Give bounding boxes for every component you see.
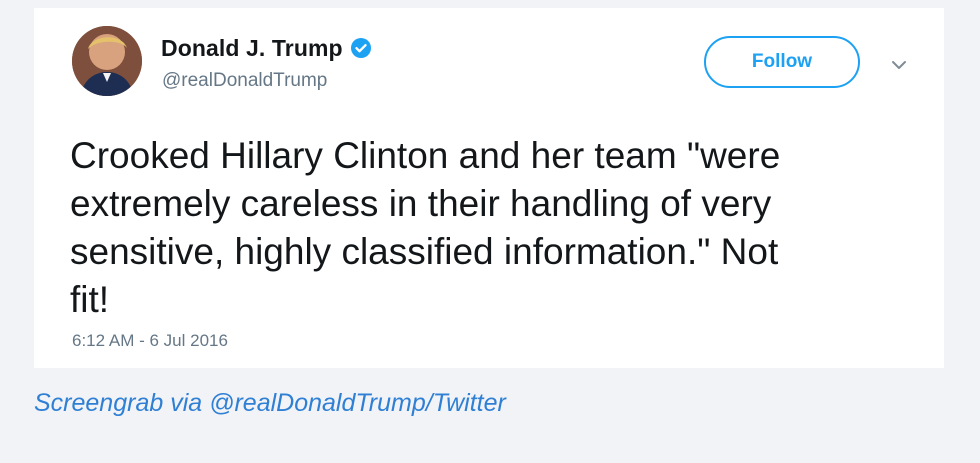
- verified-badge-icon: [349, 36, 373, 60]
- follow-button[interactable]: Follow: [704, 36, 860, 88]
- handle[interactable]: @realDonaldTrump: [162, 70, 327, 92]
- chevron-down-icon[interactable]: [890, 58, 908, 72]
- tweet-card: Donald J. Trump @realDonaldTrump Follow …: [34, 8, 944, 368]
- avatar[interactable]: [72, 26, 142, 96]
- source-caption[interactable]: Screengrab via @realDonaldTrump/Twitter: [34, 389, 506, 418]
- tweet-author-row: Donald J. Trump: [161, 34, 373, 62]
- timestamp[interactable]: 6:12 AM - 6 Jul 2016: [72, 331, 228, 351]
- tweet-text: Crooked Hillary Clinton and her team "we…: [70, 135, 781, 320]
- display-name[interactable]: Donald J. Trump: [161, 35, 343, 62]
